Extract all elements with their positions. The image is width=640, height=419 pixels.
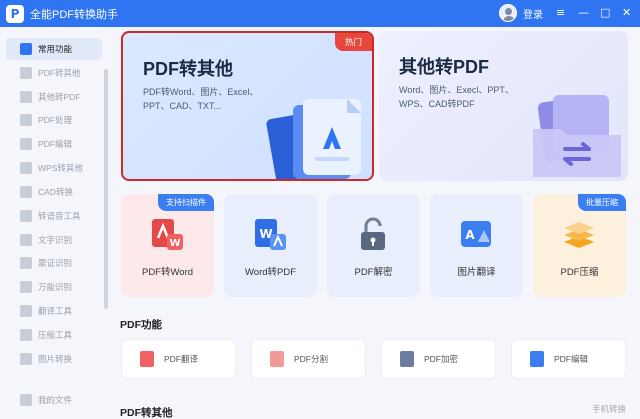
card-label: PDF压缩 bbox=[560, 267, 599, 278]
pdf-to-other-icon bbox=[20, 67, 32, 79]
folder-convert-icon bbox=[533, 95, 621, 177]
menu-icon[interactable]: ≡ bbox=[556, 7, 565, 19]
func-pdf-edit[interactable]: PDF编辑 bbox=[511, 339, 626, 379]
hero-other-to-pdf[interactable]: 其他转PDF Word、图片、Execl、PPT、 WPS、CAD转PDF bbox=[379, 31, 628, 181]
app-title: 全能PDF转换助手 bbox=[30, 8, 118, 21]
sidebar-item-image-convert[interactable]: 图片转换 bbox=[6, 348, 102, 370]
card-label: PDF解密 bbox=[354, 267, 393, 278]
close-icon[interactable]: ✕ bbox=[622, 7, 631, 19]
maximize-icon[interactable]: □ bbox=[600, 7, 610, 19]
sidebar-item-compress[interactable]: 压缩工具 bbox=[6, 324, 102, 346]
hero-title: 其他转PDF bbox=[399, 57, 489, 77]
compress-icon bbox=[20, 329, 32, 341]
svg-text:W: W bbox=[169, 238, 180, 249]
sidebar-item-other-to-pdf[interactable]: 其他转PDF bbox=[6, 86, 102, 108]
other-to-pdf-icon bbox=[20, 91, 32, 103]
sidebar-item-my-files[interactable]: 我的文件 bbox=[6, 389, 102, 411]
card-image-translate[interactable]: A 图片翻译 bbox=[430, 194, 523, 297]
section-title-pdf-functions: PDF功能 bbox=[120, 319, 162, 331]
sidebar-item-text-ocr[interactable]: 文字识别 bbox=[6, 229, 102, 251]
grid-icon bbox=[20, 43, 32, 55]
func-pdf-encrypt[interactable]: PDF加密 bbox=[381, 339, 496, 379]
voice-icon bbox=[20, 210, 32, 222]
phone-convert-link[interactable]: 手机转换 bbox=[592, 403, 626, 415]
card-label: PDF转Word bbox=[141, 267, 194, 278]
pdf-process-icon bbox=[20, 114, 32, 126]
avatar-icon bbox=[499, 4, 517, 22]
svg-text:A: A bbox=[465, 228, 475, 242]
func-pdf-translate[interactable]: PDF翻译 bbox=[121, 339, 236, 379]
word-to-pdf-icon: W bbox=[255, 219, 286, 250]
hot-badge: 热门 bbox=[334, 33, 372, 51]
login-label: 登录 bbox=[523, 9, 543, 21]
card-pdf-to-word[interactable]: 支持扫描件 W PDF转Word bbox=[121, 194, 214, 297]
hero-subtitle: Word、图片、Execl、PPT、 WPS、CAD转PDF bbox=[399, 85, 514, 109]
pdf-edit-icon bbox=[20, 138, 32, 150]
universal-ocr-icon bbox=[20, 281, 32, 293]
card-label: Word转PDF bbox=[244, 267, 297, 278]
layers-icon bbox=[564, 222, 594, 248]
main-content: PDF转其他 PDF转Word、图片、Excel、 PPT、CAD、TXT...… bbox=[112, 27, 640, 419]
login-button[interactable]: 登录 bbox=[499, 4, 543, 22]
card-label: 图片翻译 bbox=[457, 267, 496, 278]
text-ocr-icon bbox=[20, 234, 32, 246]
sidebar-item-pdf-edit[interactable]: PDF编辑 bbox=[6, 133, 102, 155]
pencil-icon bbox=[530, 351, 544, 367]
sidebar-item-universal-ocr[interactable]: 万能识别 bbox=[6, 276, 102, 298]
scan-support-badge: 支持扫描件 bbox=[158, 194, 214, 211]
batch-compress-badge: 批量压缩 bbox=[578, 194, 626, 211]
sidebar-item-common[interactable]: 常用功能 bbox=[6, 38, 102, 60]
hero-title: PDF转其他 bbox=[143, 59, 233, 79]
minimize-icon[interactable]: — bbox=[578, 7, 589, 19]
folder-icon bbox=[20, 394, 32, 406]
lock-icon bbox=[400, 351, 414, 367]
sidebar: 常用功能 PDF转其他 其他转PDF PDF处理 PDF编辑 WPS转其他 CA… bbox=[0, 27, 108, 419]
title-bar: P 全能PDF转换助手 登录 ≡ — □ ✕ bbox=[0, 0, 640, 27]
unlock-icon bbox=[361, 217, 385, 250]
pdf-to-word-icon: W bbox=[152, 219, 183, 250]
sidebar-item-pdf-to-other[interactable]: PDF转其他 bbox=[6, 62, 102, 84]
sidebar-item-ticket-ocr[interactable]: 票证识别 bbox=[6, 252, 102, 274]
ticket-icon bbox=[20, 257, 32, 269]
func-pdf-split[interactable]: PDF分割 bbox=[251, 339, 366, 379]
hero-subtitle: PDF转Word、图片、Excel、 PPT、CAD、TXT... bbox=[143, 87, 259, 111]
card-word-to-pdf[interactable]: W Word转PDF bbox=[224, 194, 317, 297]
pdf-document-icon bbox=[266, 99, 361, 179]
sidebar-item-voice[interactable]: 转语音工具 bbox=[6, 205, 102, 227]
cad-icon bbox=[20, 186, 32, 198]
sidebar-item-cad[interactable]: CAD转换 bbox=[6, 181, 102, 203]
sidebar-item-translate[interactable]: 翻译工具 bbox=[6, 300, 102, 322]
sidebar-item-wps-to-other[interactable]: WPS转其他 bbox=[6, 157, 102, 179]
translate-icon bbox=[20, 305, 32, 317]
section-title-pdf-to-other: PDF转其他 bbox=[120, 407, 173, 419]
app-logo-icon: P bbox=[6, 4, 24, 23]
card-pdf-compress[interactable]: 批量压缩 PDF压缩 bbox=[533, 194, 626, 297]
pdf-translate-icon bbox=[140, 351, 154, 367]
hero-pdf-to-other[interactable]: PDF转其他 PDF转Word、图片、Excel、 PPT、CAD、TXT...… bbox=[121, 31, 374, 181]
image-icon bbox=[20, 353, 32, 365]
card-pdf-decrypt[interactable]: PDF解密 bbox=[327, 194, 420, 297]
pdf-split-icon bbox=[270, 351, 284, 367]
sidebar-item-pdf-process[interactable]: PDF处理 bbox=[6, 109, 102, 131]
image-translate-icon: A bbox=[461, 221, 491, 247]
sidebar-scrollbar[interactable] bbox=[104, 69, 108, 309]
wps-icon bbox=[20, 162, 32, 174]
